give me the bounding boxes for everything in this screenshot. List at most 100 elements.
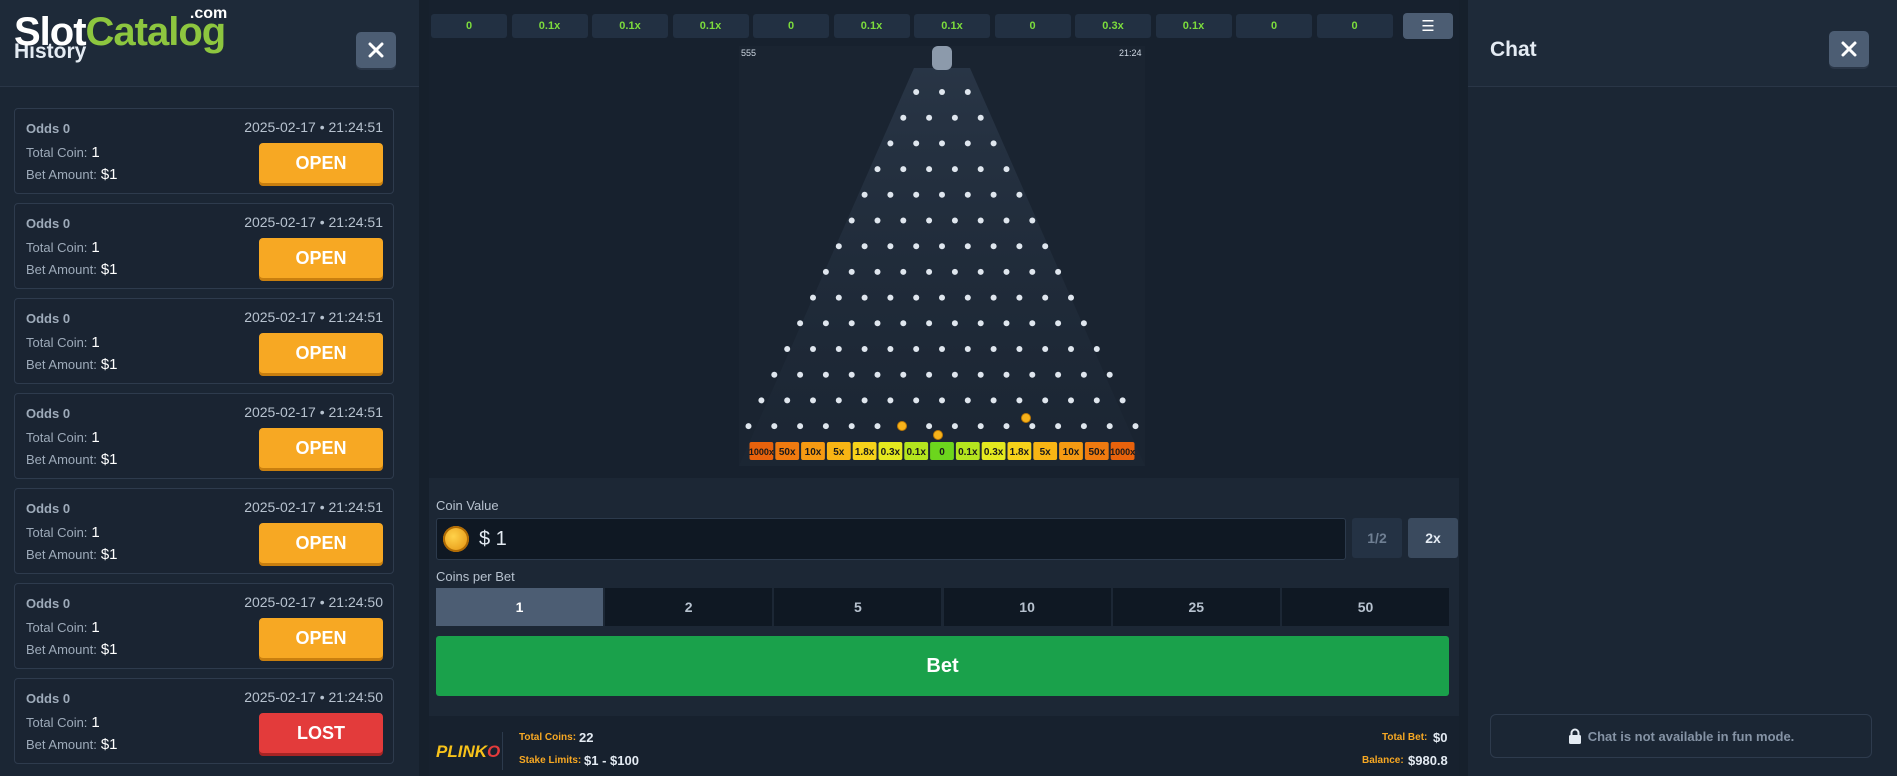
peg <box>874 166 881 173</box>
peg <box>951 114 958 121</box>
coin-icon <box>443 526 469 552</box>
open-button[interactable]: OPEN <box>259 523 383 563</box>
peg <box>977 268 984 275</box>
ball-icon <box>933 430 943 440</box>
peg <box>964 191 971 198</box>
peg <box>1042 397 1049 404</box>
coins-per-bet-option-10[interactable]: 10 <box>943 588 1111 626</box>
peg <box>990 346 997 352</box>
history-date: 2025-02-17 • 21:24:51 <box>244 119 383 135</box>
peg <box>1029 371 1036 378</box>
history-list: Odds 0 2025-02-17 • 21:24:51 Total Coin: 1 B… <box>14 108 394 773</box>
peg <box>758 397 765 404</box>
open-button[interactable]: OPEN <box>259 618 383 658</box>
peg <box>939 140 945 147</box>
ball-icon <box>897 421 907 431</box>
peg <box>1080 371 1087 378</box>
stake-limits-label: Stake Limits: <box>519 755 582 766</box>
peg <box>977 371 984 378</box>
bet-button[interactable]: Bet <box>436 636 1449 696</box>
peg <box>913 89 920 95</box>
svg-text:5x: 5x <box>1040 447 1052 458</box>
site-logo: SlotCatalog .com <box>14 5 228 54</box>
close-icon <box>1841 41 1857 57</box>
peg <box>835 294 842 301</box>
svg-text:0: 0 <box>939 447 945 458</box>
peg <box>1055 371 1062 378</box>
recent-multiplier: 0 <box>753 14 829 38</box>
coins-per-bet-option-5[interactable]: 5 <box>774 588 942 626</box>
history-close-button[interactable] <box>356 32 396 68</box>
balance-label: Balance: <box>1362 755 1404 766</box>
half-button[interactable]: 1/2 <box>1352 518 1402 558</box>
close-icon <box>368 42 384 58</box>
open-button[interactable]: OPEN <box>259 143 383 183</box>
peg <box>964 89 971 95</box>
peg <box>874 320 881 327</box>
peg <box>887 346 894 352</box>
peg <box>913 346 920 352</box>
peg <box>1080 320 1087 327</box>
coins-per-bet-label: Coins per Bet <box>436 569 515 584</box>
history-odds: Odds 0 <box>26 691 71 706</box>
hamburger-icon: ☰ <box>1421 18 1435 35</box>
open-button[interactable]: OPEN <box>259 428 383 468</box>
peg <box>977 320 984 327</box>
coins-per-bet-option-2[interactable]: 2 <box>605 588 773 626</box>
coins-per-bet-option-25[interactable]: 25 <box>1112 588 1280 626</box>
coins-per-bet-option-50[interactable]: 50 <box>1282 588 1449 626</box>
peg <box>887 243 894 250</box>
history-date: 2025-02-17 • 21:24:51 <box>244 499 383 515</box>
chat-close-button[interactable] <box>1829 31 1869 67</box>
peg <box>784 397 791 404</box>
recent-multiplier: 0 <box>994 14 1071 38</box>
coins-per-bet-selector: 1 2 5 10 25 50 <box>436 588 1449 626</box>
peg <box>964 243 971 250</box>
open-button[interactable]: OPEN <box>259 238 383 278</box>
double-button[interactable]: 2x <box>1408 518 1458 558</box>
peg <box>990 140 997 147</box>
peg <box>874 268 881 275</box>
peg <box>1003 371 1010 378</box>
peg <box>951 217 958 224</box>
peg <box>1016 397 1023 404</box>
peg <box>822 423 829 430</box>
peg <box>1003 166 1010 173</box>
svg-text:0.1x: 0.1x <box>906 447 926 458</box>
peg <box>990 294 997 301</box>
peg <box>1003 320 1010 327</box>
multiplier-slot: 50x <box>1084 442 1109 460</box>
lost-button[interactable]: LOST <box>259 713 383 753</box>
peg <box>874 217 881 224</box>
coin-value-input[interactable]: $ 1 <box>436 518 1346 560</box>
peg <box>964 346 971 352</box>
recent-multiplier: 0.1x <box>914 14 990 38</box>
chat-header: Chat <box>1468 0 1897 87</box>
history-card: Odds 0 2025-02-17 • 21:24:51 Total Coin: 1 B… <box>14 393 394 479</box>
peg <box>913 294 920 301</box>
peg <box>900 114 907 121</box>
peg <box>1029 268 1036 275</box>
peg <box>1080 423 1087 430</box>
peg <box>1016 346 1023 352</box>
peg <box>951 268 958 275</box>
peg <box>939 346 945 352</box>
menu-button[interactable]: ☰ <box>1403 13 1453 39</box>
coins-per-bet-option-1[interactable]: 1 <box>436 588 603 626</box>
history-bet-amount: Bet Amount: $1 <box>26 261 118 278</box>
history-date: 2025-02-17 • 21:24:50 <box>244 689 383 705</box>
multiplier-slot: 1000x <box>1110 442 1135 460</box>
svg-text:0.3x: 0.3x <box>881 447 901 458</box>
peg <box>1029 423 1036 430</box>
peg <box>822 320 829 327</box>
peg <box>1029 217 1036 224</box>
peg <box>797 423 804 430</box>
game-footer: PLINKO Total Coins: 22 Stake Limits: $1 … <box>429 718 1459 776</box>
open-button[interactable]: OPEN <box>259 333 383 373</box>
peg <box>926 320 933 327</box>
peg <box>887 140 894 147</box>
multiplier-slot: 1000x <box>749 442 774 460</box>
peg <box>913 397 920 404</box>
history-total-coin: Total Coin: 1 <box>26 334 100 351</box>
history-bet-amount: Bet Amount: $1 <box>26 736 118 753</box>
